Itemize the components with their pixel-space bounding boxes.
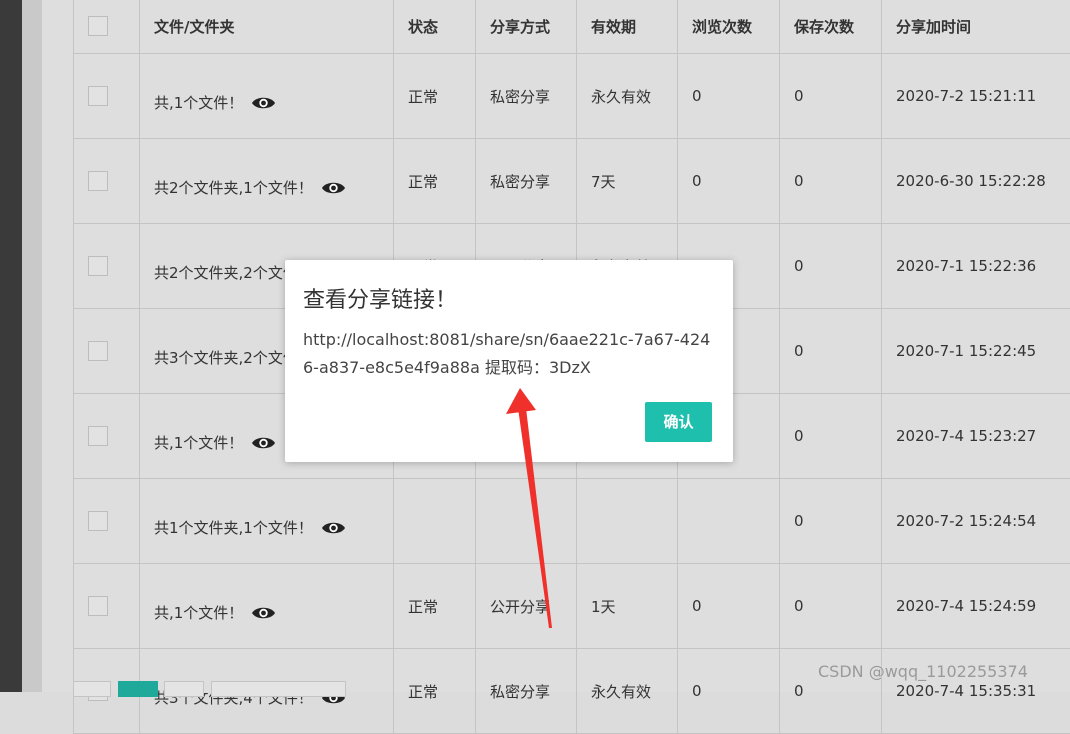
watermark: CSDN @wqq_1102255374: [818, 662, 1028, 681]
arrow-head: [506, 388, 536, 414]
arrow-shaft: [518, 408, 552, 628]
red-arrow-annotation: [0, 0, 1070, 692]
